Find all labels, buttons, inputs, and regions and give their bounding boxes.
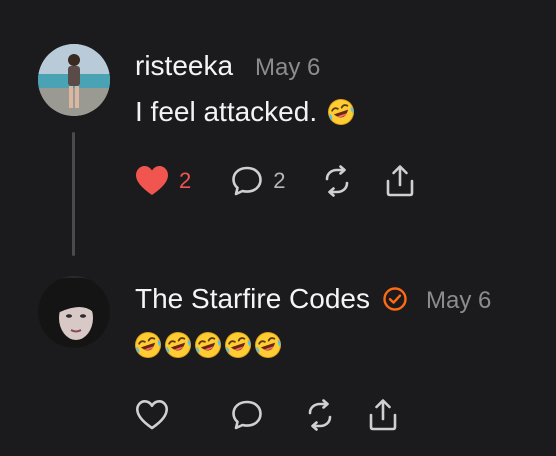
share-button[interactable] bbox=[384, 164, 416, 198]
share-button[interactable] bbox=[367, 398, 399, 432]
comment-icon bbox=[232, 400, 262, 430]
comment-actions bbox=[135, 398, 399, 432]
comment-icon bbox=[232, 166, 263, 196]
laughing-emoji bbox=[328, 99, 355, 125]
thread-connector-line bbox=[72, 132, 75, 256]
comment-actions: 2 2 bbox=[135, 164, 416, 198]
share-icon bbox=[369, 399, 397, 431]
comment-text: I feel attacked. bbox=[135, 96, 355, 128]
like-button[interactable]: 2 bbox=[135, 165, 191, 197]
repost-button[interactable] bbox=[303, 398, 337, 432]
like-button[interactable] bbox=[135, 399, 169, 431]
repost-icon bbox=[308, 399, 332, 431]
share-icon bbox=[386, 165, 413, 197]
repost-button[interactable] bbox=[320, 164, 354, 198]
laughing-emoji bbox=[195, 332, 221, 358]
comment-header: risteeka May 6 bbox=[135, 50, 320, 82]
repost-icon bbox=[325, 165, 348, 197]
avatar-the-starfire-codes[interactable] bbox=[38, 276, 110, 348]
heart-icon bbox=[136, 400, 168, 430]
reply-button[interactable]: 2 bbox=[231, 165, 286, 197]
comment-date: May 6 bbox=[255, 54, 321, 81]
reply-count: 2 bbox=[273, 168, 286, 193]
laughing-emoji bbox=[255, 332, 281, 358]
comment-text-content: I feel attacked. bbox=[135, 96, 318, 127]
laughing-emoji bbox=[135, 332, 161, 358]
heart-icon bbox=[136, 166, 168, 195]
username[interactable]: The Starfire Codes bbox=[135, 283, 370, 315]
comment-text bbox=[134, 331, 282, 359]
reply-button[interactable] bbox=[231, 399, 263, 431]
comment-date: May 6 bbox=[426, 287, 492, 314]
username[interactable]: risteeka bbox=[135, 50, 233, 82]
laughing-emoji bbox=[165, 332, 191, 358]
comment-header: The Starfire Codes May 6 bbox=[135, 283, 491, 315]
avatar-risteeka[interactable] bbox=[38, 44, 110, 116]
like-count: 2 bbox=[179, 168, 192, 193]
laughing-emoji bbox=[225, 332, 251, 358]
verified-badge-icon bbox=[383, 287, 407, 311]
